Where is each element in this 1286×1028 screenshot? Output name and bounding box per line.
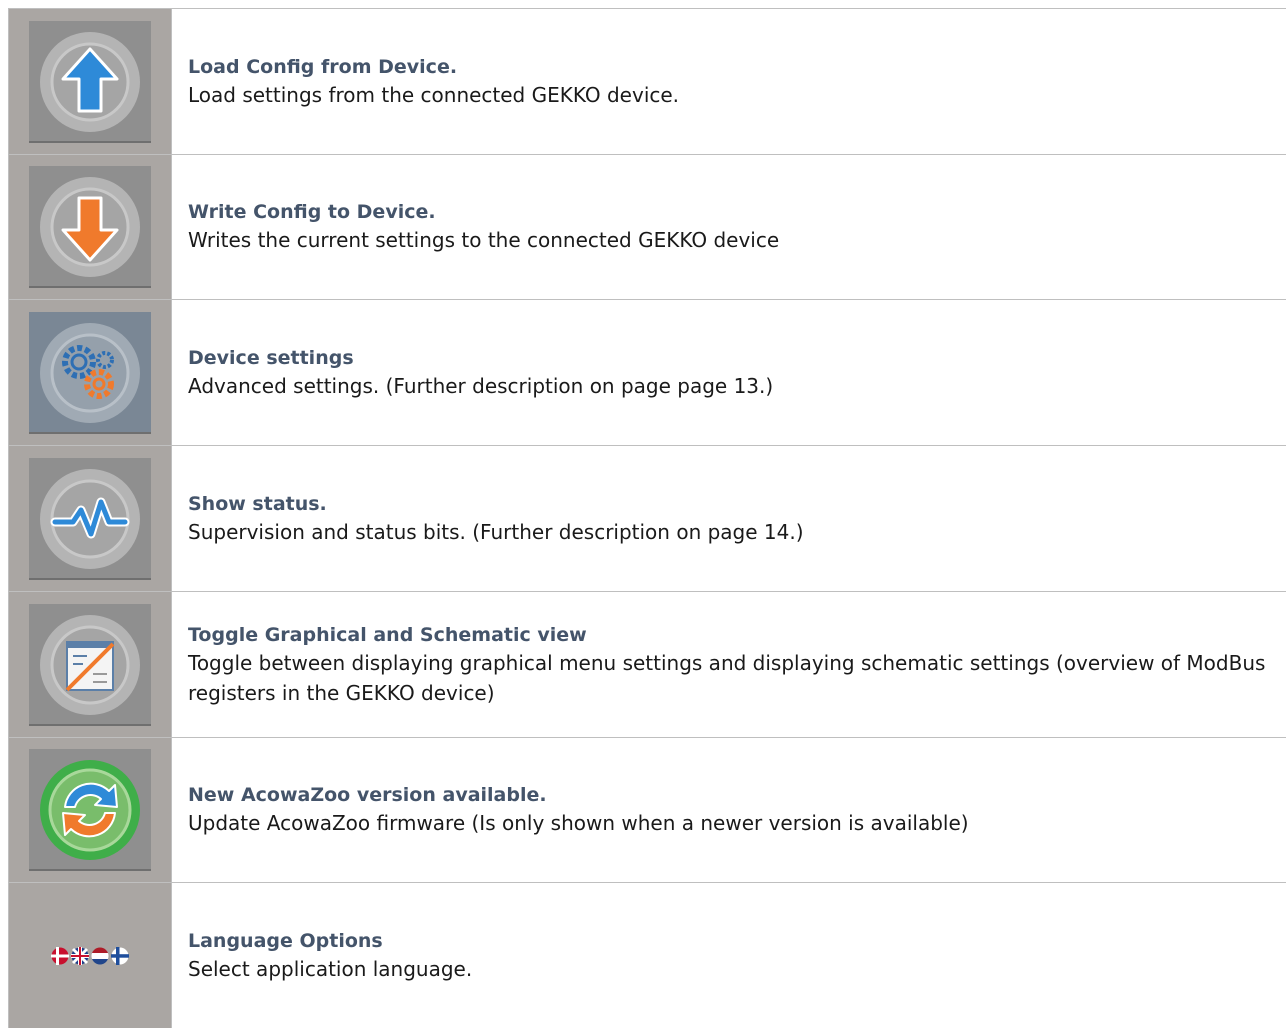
row-description: Supervision and status bits. (Further de…: [188, 519, 804, 544]
row-text: Show status. Supervision and status bits…: [172, 446, 1286, 591]
row-text: Device settings Advanced settings. (Furt…: [172, 300, 1286, 445]
table-row: New AcowaZoo version available. Update A…: [8, 738, 1286, 883]
icon-cell: [8, 155, 172, 299]
row-text: Load Config from Device. Load settings f…: [172, 9, 1286, 154]
table-row: Device settings Advanced settings. (Furt…: [8, 300, 1286, 446]
toggle-view-icon: [40, 614, 140, 715]
table-row: Toggle Graphical and Schematic view Togg…: [8, 592, 1286, 738]
uk-flag-icon: [71, 946, 89, 965]
show-status-button[interactable]: [29, 457, 151, 580]
row-text: Write Config to Device. Writes the curre…: [172, 155, 1286, 299]
row-description: Toggle between displaying graphical menu…: [188, 650, 1266, 705]
icon-cell: [8, 9, 172, 154]
toggle-view-button[interactable]: [29, 603, 151, 726]
row-title: Load Config from Device.: [188, 55, 458, 78]
row-description: Update AcowaZoo firmware (Is only shown …: [188, 811, 969, 835]
row-text: Toggle Graphical and Schematic view Togg…: [172, 592, 1286, 737]
row-description: Load settings from the connected GEKKO d…: [188, 82, 680, 107]
row-text: Language Options Select application lang…: [172, 883, 1286, 1028]
row-title: Device settings: [188, 346, 354, 369]
gears-icon: [40, 322, 140, 423]
netherlands-flag-icon: [91, 947, 109, 964]
load-config-button[interactable]: [29, 20, 151, 143]
write-config-button[interactable]: [29, 166, 151, 288]
table-row: Show status. Supervision and status bits…: [8, 446, 1286, 592]
row-text: New AcowaZoo version available. Update A…: [172, 738, 1286, 882]
table-row: Load Config from Device. Load settings f…: [8, 9, 1286, 155]
row-description: Advanced settings. (Further description …: [188, 373, 774, 398]
pulse-icon: [40, 468, 140, 569]
icon-cell: [8, 883, 172, 1028]
device-settings-button[interactable]: [29, 311, 151, 434]
icon-description-table: Load Config from Device. Load settings f…: [8, 8, 1286, 1028]
icon-cell: [8, 592, 172, 737]
row-title: New AcowaZoo version available.: [188, 784, 547, 806]
icon-cell: [8, 446, 172, 591]
icon-cell: [8, 300, 172, 445]
icon-cell: [8, 738, 172, 882]
update-button[interactable]: [29, 749, 151, 871]
row-description: Select application language.: [188, 956, 473, 981]
upload-arrow-icon: [40, 31, 140, 132]
row-title: Write Config to Device.: [188, 201, 436, 223]
row-description: Writes the current settings to the conne…: [188, 228, 780, 252]
row-title: Language Options: [188, 929, 383, 952]
denmark-flag-icon: [51, 946, 69, 965]
finland-flag-icon: [111, 946, 129, 965]
download-arrow-icon: [40, 177, 140, 277]
row-title: Show status.: [188, 492, 327, 515]
language-flags-icon[interactable]: [51, 946, 129, 965]
table-row: Language Options Select application lang…: [8, 883, 1286, 1028]
row-title: Toggle Graphical and Schematic view: [188, 623, 587, 646]
update-icon: [40, 760, 140, 860]
table-row: Write Config to Device. Writes the curre…: [8, 155, 1286, 300]
